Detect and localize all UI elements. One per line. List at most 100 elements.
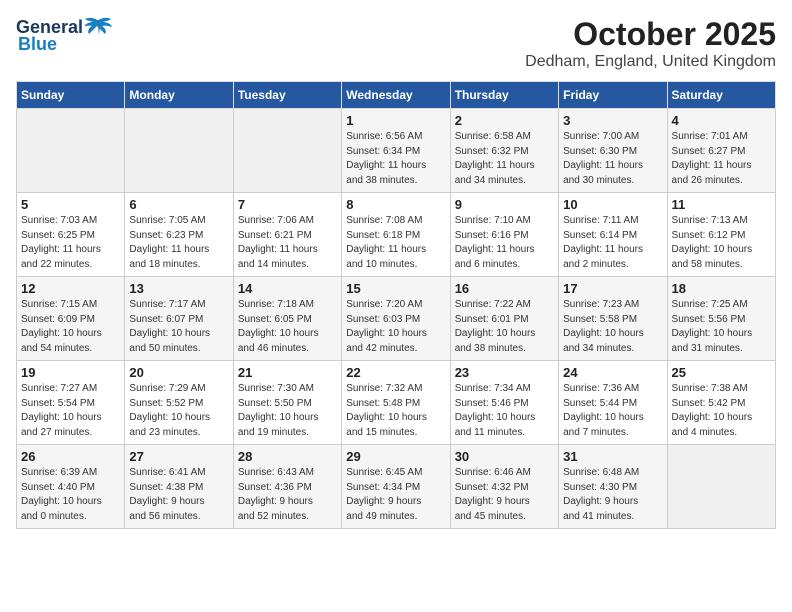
calendar-week-row: 12 Sunrise: 7:15 AM Sunset: 6:09 PM Dayli… xyxy=(17,277,776,361)
day-info: Sunrise: 6:58 AM Sunset: 6:32 PM Dayligh… xyxy=(455,130,554,188)
calendar-cell: 12 Sunrise: 7:15 AM Sunset: 6:09 PM Dayli… xyxy=(17,277,125,361)
day-number: 6 xyxy=(129,197,228,212)
calendar-week-row: 19Sunrise: 7:27 AM Sunset: 5:54 PM Dayli… xyxy=(17,361,776,445)
calendar-cell: 1 Sunrise: 6:56 AM Sunset: 6:34 PM Daylig… xyxy=(342,109,450,193)
day-number: 7 xyxy=(238,197,337,212)
calendar-header-row: SundayMondayTuesdayWednesdayThursdayFrid… xyxy=(17,82,776,109)
column-header-wednesday: Wednesday xyxy=(342,82,450,109)
column-header-saturday: Saturday xyxy=(667,82,775,109)
day-number: 5 xyxy=(21,197,120,212)
day-info: Sunrise: 7:10 AM Sunset: 6:16 PM Dayligh… xyxy=(455,214,554,272)
calendar-table: SundayMondayTuesdayWednesdayThursdayFrid… xyxy=(16,81,776,529)
day-info: Sunrise: 7:22 AM Sunset: 6:01 PM Dayligh… xyxy=(455,298,554,356)
day-number: 1 xyxy=(346,113,445,128)
calendar-week-row: 5Sunrise: 7:03 AM Sunset: 6:25 PM Daylig… xyxy=(17,193,776,277)
day-info: Sunrise: 7:34 AM Sunset: 5:46 PM Dayligh… xyxy=(455,382,554,440)
day-info: Sunrise: 6:43 AM Sunset: 4:36 PM Dayligh… xyxy=(238,466,337,524)
calendar-cell: 26 Sunrise: 6:39 AM Sunset: 4:40 PM Dayli… xyxy=(17,445,125,529)
day-info: Sunrise: 7:08 AM Sunset: 6:18 PM Dayligh… xyxy=(346,214,445,272)
page-header: General Blue October 2025 Dedham, Englan… xyxy=(16,16,776,71)
day-info: Sunrise: 6:56 AM Sunset: 6:34 PM Dayligh… xyxy=(346,130,445,188)
calendar-cell: 19Sunrise: 7:27 AM Sunset: 5:54 PM Dayli… xyxy=(17,361,125,445)
calendar-cell: 29Sunrise: 6:45 AM Sunset: 4:34 PM Dayli… xyxy=(342,445,450,529)
calendar-cell: 10Sunrise: 7:11 AM Sunset: 6:14 PM Dayli… xyxy=(559,193,667,277)
column-header-friday: Friday xyxy=(559,82,667,109)
day-number: 11 xyxy=(672,197,771,212)
day-info: Sunrise: 7:30 AM Sunset: 5:50 PM Dayligh… xyxy=(238,382,337,440)
day-number: 10 xyxy=(563,197,662,212)
calendar-cell: 2 Sunrise: 6:58 AM Sunset: 6:32 PM Daylig… xyxy=(450,109,558,193)
page-container: General Blue October 2025 Dedham, Englan… xyxy=(0,0,792,537)
day-info: Sunrise: 7:13 AM Sunset: 6:12 PM Dayligh… xyxy=(672,214,771,272)
day-info: Sunrise: 7:00 AM Sunset: 6:30 PM Dayligh… xyxy=(563,130,662,188)
day-number: 22 xyxy=(346,365,445,380)
day-number: 15 xyxy=(346,281,445,296)
calendar-cell xyxy=(125,109,233,193)
day-info: Sunrise: 7:29 AM Sunset: 5:52 PM Dayligh… xyxy=(129,382,228,440)
day-info: Sunrise: 7:36 AM Sunset: 5:44 PM Dayligh… xyxy=(563,382,662,440)
day-info: Sunrise: 7:32 AM Sunset: 5:48 PM Dayligh… xyxy=(346,382,445,440)
day-info: Sunrise: 7:17 AM Sunset: 6:07 PM Dayligh… xyxy=(129,298,228,356)
day-number: 25 xyxy=(672,365,771,380)
day-info: Sunrise: 6:46 AM Sunset: 4:32 PM Dayligh… xyxy=(455,466,554,524)
day-info: Sunrise: 6:48 AM Sunset: 4:30 PM Dayligh… xyxy=(563,466,662,524)
day-number: 17 xyxy=(563,281,662,296)
calendar-cell: 9 Sunrise: 7:10 AM Sunset: 6:16 PM Daylig… xyxy=(450,193,558,277)
calendar-cell: 17 Sunrise: 7:23 AM Sunset: 5:58 PM Dayli… xyxy=(559,277,667,361)
logo-bird-icon xyxy=(85,16,113,38)
day-number: 8 xyxy=(346,197,445,212)
page-title: October 2025 xyxy=(525,16,776,53)
day-number: 21 xyxy=(238,365,337,380)
day-number: 26 xyxy=(21,449,120,464)
day-number: 9 xyxy=(455,197,554,212)
column-header-thursday: Thursday xyxy=(450,82,558,109)
calendar-cell xyxy=(17,109,125,193)
day-number: 20 xyxy=(129,365,228,380)
day-number: 2 xyxy=(455,113,554,128)
day-number: 12 xyxy=(21,281,120,296)
calendar-cell: 28 Sunrise: 6:43 AM Sunset: 4:36 PM Dayli… xyxy=(233,445,341,529)
day-info: Sunrise: 7:05 AM Sunset: 6:23 PM Dayligh… xyxy=(129,214,228,272)
calendar-cell: 13 Sunrise: 7:17 AM Sunset: 6:07 PM Dayli… xyxy=(125,277,233,361)
day-number: 13 xyxy=(129,281,228,296)
calendar-cell: 31Sunrise: 6:48 AM Sunset: 4:30 PM Dayli… xyxy=(559,445,667,529)
day-number: 16 xyxy=(455,281,554,296)
calendar-cell: 25 Sunrise: 7:38 AM Sunset: 5:42 PM Dayli… xyxy=(667,361,775,445)
day-number: 24 xyxy=(563,365,662,380)
calendar-cell: 27Sunrise: 6:41 AM Sunset: 4:38 PM Dayli… xyxy=(125,445,233,529)
day-number: 23 xyxy=(455,365,554,380)
day-info: Sunrise: 6:45 AM Sunset: 4:34 PM Dayligh… xyxy=(346,466,445,524)
calendar-cell: 18Sunrise: 7:25 AM Sunset: 5:56 PM Dayli… xyxy=(667,277,775,361)
day-number: 4 xyxy=(672,113,771,128)
day-info: Sunrise: 7:01 AM Sunset: 6:27 PM Dayligh… xyxy=(672,130,771,188)
calendar-cell xyxy=(667,445,775,529)
calendar-cell xyxy=(233,109,341,193)
calendar-cell: 5Sunrise: 7:03 AM Sunset: 6:25 PM Daylig… xyxy=(17,193,125,277)
day-info: Sunrise: 7:38 AM Sunset: 5:42 PM Dayligh… xyxy=(672,382,771,440)
column-header-tuesday: Tuesday xyxy=(233,82,341,109)
day-number: 30 xyxy=(455,449,554,464)
calendar-cell: 20 Sunrise: 7:29 AM Sunset: 5:52 PM Dayli… xyxy=(125,361,233,445)
day-number: 3 xyxy=(563,113,662,128)
day-info: Sunrise: 7:23 AM Sunset: 5:58 PM Dayligh… xyxy=(563,298,662,356)
calendar-cell: 14Sunrise: 7:18 AM Sunset: 6:05 PM Dayli… xyxy=(233,277,341,361)
day-number: 19 xyxy=(21,365,120,380)
day-info: Sunrise: 6:39 AM Sunset: 4:40 PM Dayligh… xyxy=(21,466,120,524)
day-info: Sunrise: 7:15 AM Sunset: 6:09 PM Dayligh… xyxy=(21,298,120,356)
logo: General Blue xyxy=(16,16,113,55)
calendar-week-row: 1 Sunrise: 6:56 AM Sunset: 6:34 PM Daylig… xyxy=(17,109,776,193)
page-subtitle: Dedham, England, United Kingdom xyxy=(525,53,776,71)
calendar-cell: 8 Sunrise: 7:08 AM Sunset: 6:18 PM Daylig… xyxy=(342,193,450,277)
day-info: Sunrise: 7:18 AM Sunset: 6:05 PM Dayligh… xyxy=(238,298,337,356)
calendar-cell: 11 Sunrise: 7:13 AM Sunset: 6:12 PM Dayli… xyxy=(667,193,775,277)
column-header-monday: Monday xyxy=(125,82,233,109)
calendar-cell: 30 Sunrise: 6:46 AM Sunset: 4:32 PM Dayli… xyxy=(450,445,558,529)
calendar-cell: 6 Sunrise: 7:05 AM Sunset: 6:23 PM Daylig… xyxy=(125,193,233,277)
day-info: Sunrise: 7:06 AM Sunset: 6:21 PM Dayligh… xyxy=(238,214,337,272)
calendar-week-row: 26 Sunrise: 6:39 AM Sunset: 4:40 PM Dayli… xyxy=(17,445,776,529)
day-info: Sunrise: 7:20 AM Sunset: 6:03 PM Dayligh… xyxy=(346,298,445,356)
calendar-cell: 15 Sunrise: 7:20 AM Sunset: 6:03 PM Dayli… xyxy=(342,277,450,361)
calendar-cell: 21 Sunrise: 7:30 AM Sunset: 5:50 PM Dayli… xyxy=(233,361,341,445)
day-number: 28 xyxy=(238,449,337,464)
calendar-cell: 7 Sunrise: 7:06 AM Sunset: 6:21 PM Daylig… xyxy=(233,193,341,277)
